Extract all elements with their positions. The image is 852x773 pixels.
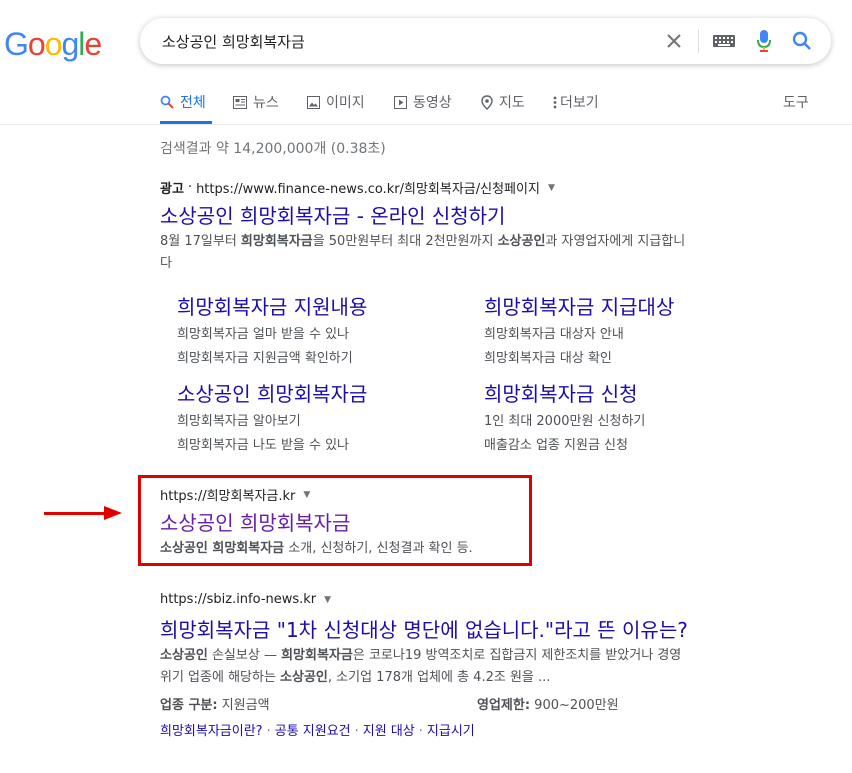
tools-button[interactable]: 도구 xyxy=(783,92,809,112)
tab-images[interactable]: 이미지 xyxy=(307,92,365,112)
tab-maps[interactable]: 지도 xyxy=(481,92,525,112)
map-pin-icon xyxy=(481,94,493,110)
sitelink-desc: 매출감소 업종 지원금 신청 xyxy=(484,438,628,453)
tab-label: 이미지 xyxy=(326,95,365,111)
snippet-text: 위기 업종에 해당하는 xyxy=(160,670,281,685)
result-meta: 업종 구분: 지원금액 xyxy=(160,694,270,713)
result-snippet: 소상공인 손실보상 — 희망회복자금은 코로나19 방역조치로 집합금지 제한조… xyxy=(160,645,770,689)
snippet-text: 다 xyxy=(160,256,172,271)
result-cite: https://sbiz.info-news.kr ▼ xyxy=(160,592,331,607)
result-stats: 검색결과 약 14,200,000개 (0.38초) xyxy=(160,141,386,157)
tab-more[interactable]: 더보기 xyxy=(553,92,599,112)
link-separator: · xyxy=(354,724,359,739)
result-snippet: 소상공인 희망회복자금 소개, 신청하기, 신청결과 확인 등. xyxy=(160,538,473,560)
result-url: https://sbiz.info-news.kr xyxy=(160,592,317,607)
search-divider xyxy=(698,29,699,53)
ad-badge: 광고 xyxy=(160,182,184,197)
image-icon xyxy=(307,95,320,109)
tab-all[interactable]: 전체 xyxy=(160,92,206,112)
snippet-text: 8월 17일부터 xyxy=(160,234,241,249)
snippet-text: 을 50만원부터 최대 2천만원까지 xyxy=(312,234,498,249)
tools-label: 도구 xyxy=(783,95,809,111)
video-icon xyxy=(394,95,407,109)
tab-news[interactable]: 뉴스 xyxy=(233,92,279,112)
search-input[interactable]: 소상공인 희망회복자금 xyxy=(162,31,305,52)
snippet-text: 과 자영업자에게 지급합니 xyxy=(545,234,686,249)
snippet-bold: 소상공인 xyxy=(280,670,328,685)
inline-link[interactable]: 지원 대상 xyxy=(363,724,415,739)
sitelink-desc: 희망회복자금 나도 받을 수 있나 xyxy=(177,438,350,453)
tabs-divider xyxy=(0,124,852,125)
snippet-bold: 소상공인 희망회복자금 xyxy=(160,541,285,556)
snippet-text: 손실보상 — xyxy=(207,648,282,663)
snippet-text: 은 코로나19 방역조치로 집합금지 제한조치를 받았거나 경영 xyxy=(352,648,682,663)
close-icon[interactable] xyxy=(660,18,688,64)
sitelink-desc: 희망회복자금 대상 확인 xyxy=(484,351,612,366)
meta-value: 지원금액 xyxy=(217,698,270,713)
search-icon xyxy=(160,95,174,109)
sitelink-desc: 희망회복자금 지원금액 확인하기 xyxy=(177,351,353,366)
tab-label: 지도 xyxy=(499,95,525,111)
search-box[interactable]: 소상공인 희망회복자금 xyxy=(140,18,831,64)
result-cite: https://희망회복자금.kr ▼ xyxy=(160,485,310,504)
logo-letter: g xyxy=(61,26,79,62)
google-logo[interactable]: Google xyxy=(4,26,102,63)
mic-icon[interactable] xyxy=(750,18,778,64)
keyboard-icon[interactable] xyxy=(710,18,738,64)
sitelink-title[interactable]: 희망회복자금 지원내용 xyxy=(177,291,367,320)
sitelink-desc: 희망회복자금 알아보기 xyxy=(177,414,301,429)
annotation-arrow-head xyxy=(104,506,122,520)
tab-label: 전체 xyxy=(180,95,206,111)
ad-url: https://www.finance-news.co.kr/희망회복자금/신청… xyxy=(196,182,540,197)
inline-link[interactable]: 희망회복자금이란? xyxy=(160,724,263,739)
chevron-down-icon[interactable]: ▼ xyxy=(548,183,555,193)
snippet-bold: 소상공인 xyxy=(497,234,546,249)
snippet-text: , 소기업 178개 업체에 총 4.2조 원을 ... xyxy=(327,670,551,685)
sitelink-desc: 희망회복자금 대상자 안내 xyxy=(484,327,624,342)
ad-sitelink: 희망회복자금 지급대상 희망회복자금 대상자 안내 희망회복자금 대상 확인 xyxy=(484,291,674,366)
result-title-link[interactable]: 희망회복자금 "1차 신청대상 명단에 없습니다."라고 뜬 이유는? xyxy=(160,614,688,643)
ad-sitelink: 소상공인 희망회복자금 희망회복자금 알아보기 희망회복자금 나도 받을 수 있… xyxy=(177,378,367,453)
logo-letter: o xyxy=(27,26,46,62)
logo-letter: G xyxy=(4,26,29,62)
logo-letter: e xyxy=(84,26,102,62)
more-vert-icon xyxy=(553,96,557,108)
sitelink-title[interactable]: 희망회복자금 신청 xyxy=(484,378,645,407)
tab-label: 더보기 xyxy=(560,95,599,111)
inline-link[interactable]: 공통 지원요건 xyxy=(275,724,351,739)
meta-value: 900~200만원 xyxy=(530,698,619,713)
result-inline-links: 희망회복자금이란? · 공통 지원요건 · 지원 대상 · 지급시기 xyxy=(160,720,475,739)
tab-videos[interactable]: 동영상 xyxy=(394,92,452,112)
sitelink-title[interactable]: 희망회복자금 지급대상 xyxy=(484,291,674,320)
search-icon[interactable] xyxy=(788,18,816,64)
result-url: https://희망회복자금.kr xyxy=(160,489,296,504)
link-separator: · xyxy=(418,724,423,739)
cite-separator: · xyxy=(187,180,193,195)
snippet-bold: 소상공인 xyxy=(160,648,208,663)
ad-cite: 광고 · https://www.finance-news.co.kr/희망회복… xyxy=(160,178,555,197)
sitelink-desc: 희망회복자금 얼마 받을 수 있나 xyxy=(177,327,350,342)
result-meta: 영업제한: 900~200만원 xyxy=(477,694,619,713)
meta-key: 영업제한: xyxy=(477,698,531,713)
logo-letter: o xyxy=(44,26,63,62)
ad-title-link[interactable]: 소상공인 희망회복자금 - 온라인 신청하기 xyxy=(160,200,505,229)
meta-key: 업종 구분: xyxy=(160,698,218,713)
tab-label: 뉴스 xyxy=(253,95,279,111)
inline-link[interactable]: 지급시기 xyxy=(427,724,475,739)
ad-sitelink: 희망회복자금 지원내용 희망회복자금 얼마 받을 수 있나 희망회복자금 지원금… xyxy=(177,291,367,366)
snippet-bold: 희망회복자금 xyxy=(240,234,313,249)
ad-sitelink: 희망회복자금 신청 1인 최대 2000만원 신청하기 매출감소 업종 지원금 … xyxy=(484,378,645,453)
sitelink-desc: 1인 최대 2000만원 신청하기 xyxy=(484,414,646,429)
annotation-arrow xyxy=(44,512,106,515)
ad-snippet: 8월 17일부터 희망회복자금을 50만원부터 최대 2천만원까지 소상공인과 … xyxy=(160,231,760,275)
link-separator: · xyxy=(266,724,271,739)
chevron-down-icon[interactable]: ▼ xyxy=(303,490,310,500)
chevron-down-icon[interactable]: ▼ xyxy=(324,595,331,605)
result-title-link[interactable]: 소상공인 희망회복자금 xyxy=(160,507,350,536)
snippet-text: 소개, 신청하기, 신청결과 확인 등. xyxy=(284,541,473,556)
news-icon xyxy=(233,95,247,109)
sitelink-title[interactable]: 소상공인 희망회복자금 xyxy=(177,378,367,407)
snippet-bold: 희망회복자금 xyxy=(281,648,353,663)
tab-label: 동영상 xyxy=(413,95,452,111)
